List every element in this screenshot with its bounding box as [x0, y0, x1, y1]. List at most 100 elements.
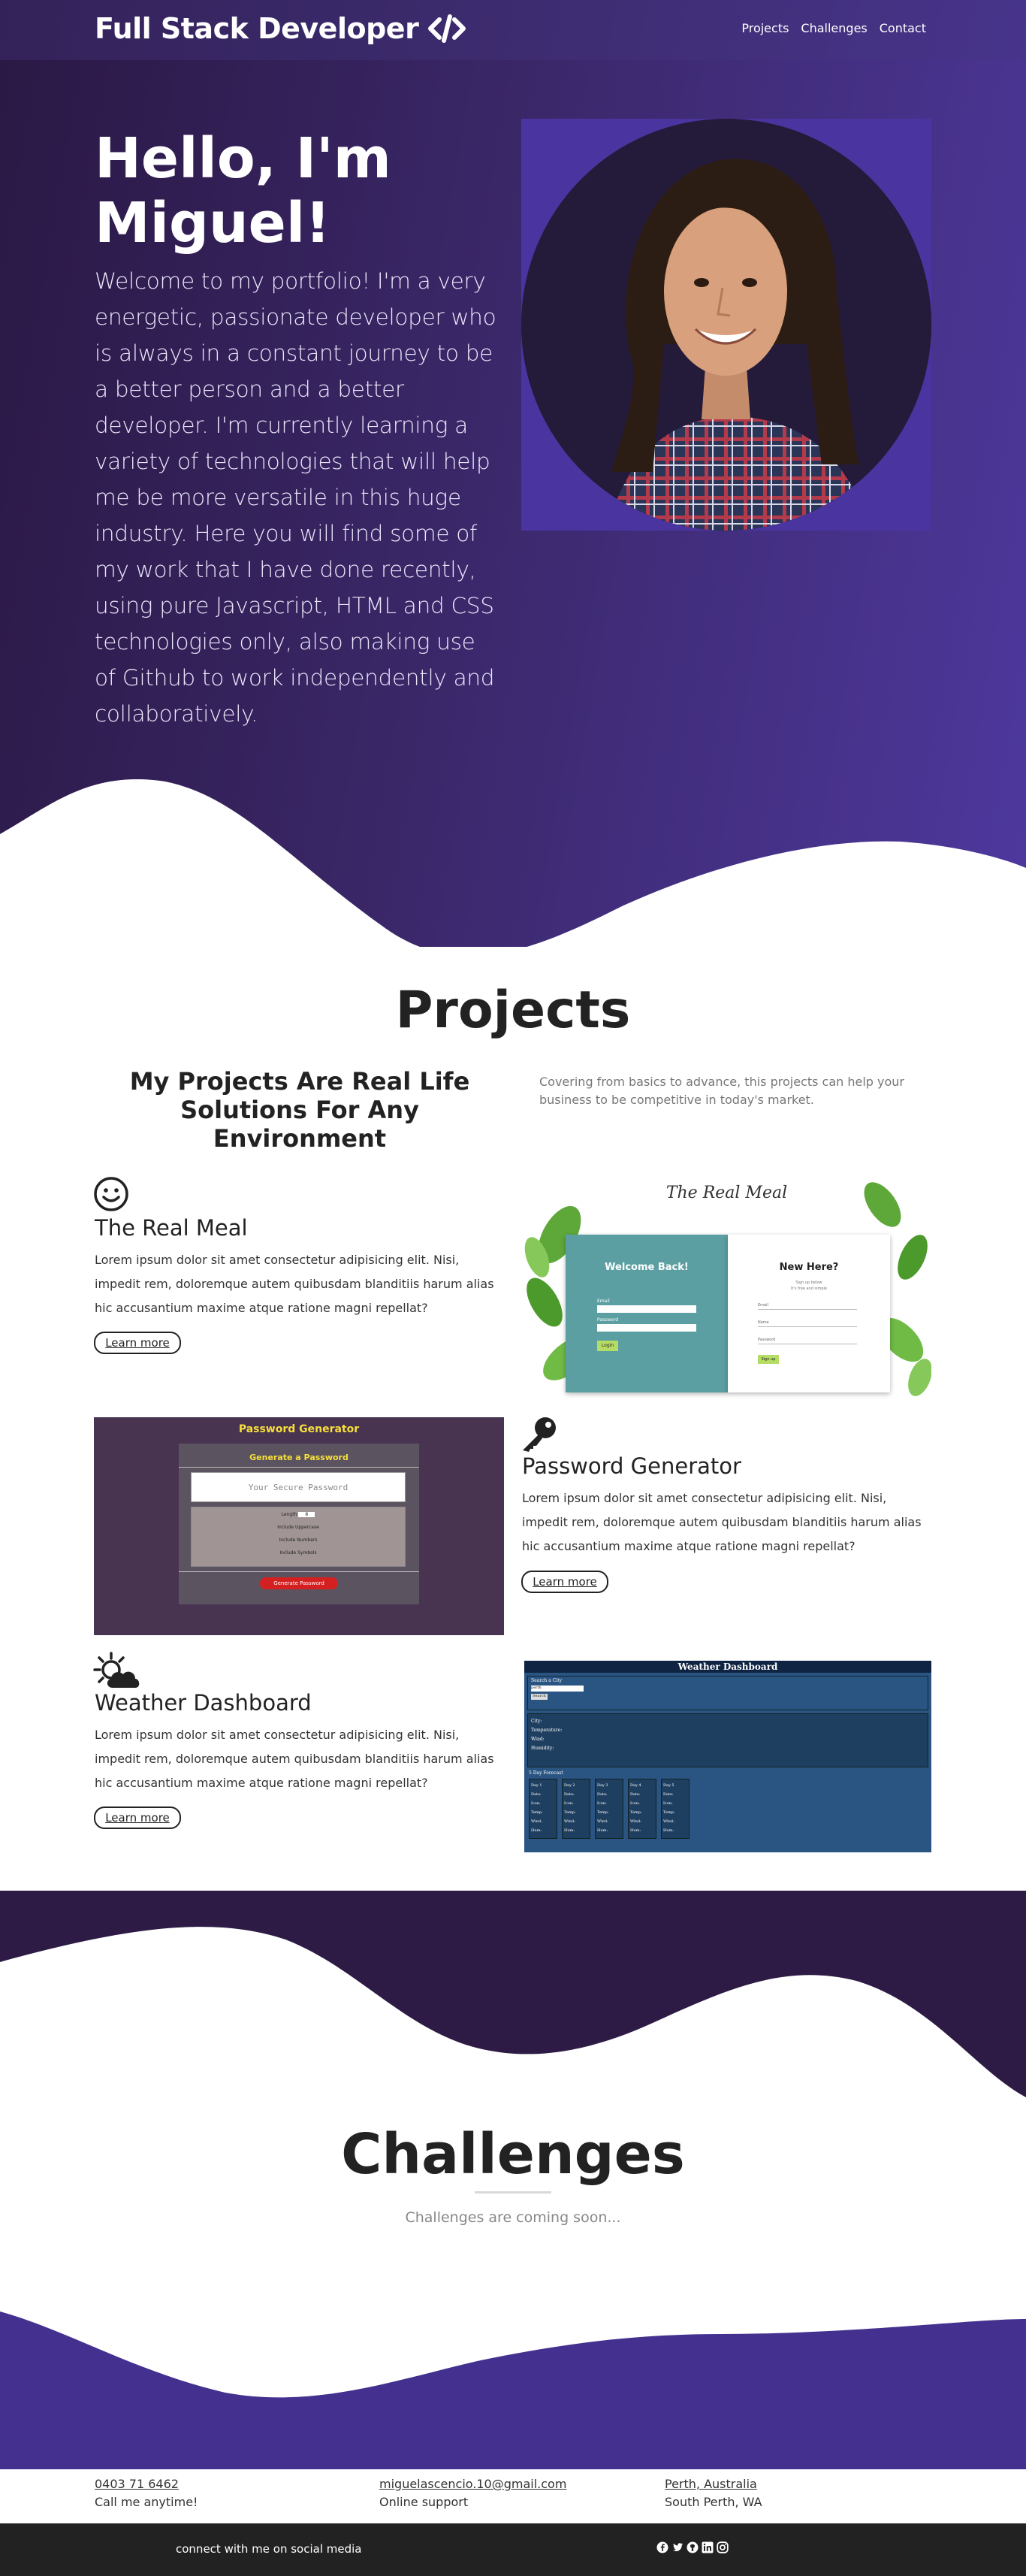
signup-panel: New Here? Sign up below It's free and si… — [728, 1235, 890, 1392]
screenshot-logo: The Real Meal — [665, 1184, 788, 1202]
signup-sub1: Sign up below — [795, 1280, 822, 1285]
wd-forecast-day: Day 2 Date: Icon: Temp: Wind: Hum: — [562, 1779, 590, 1839]
pg-generate-button: Generate Password — [260, 1577, 338, 1589]
wd-row-date: Date: — [630, 1792, 641, 1797]
wd-row-date: Date: — [531, 1792, 542, 1797]
wd-row-icon: Icon: — [564, 1801, 574, 1806]
signup-name-label: Name — [758, 1320, 769, 1325]
hero-intro-text: Welcome to my portfolio! I'm a very ener… — [95, 268, 496, 727]
location-link[interactable]: Perth, Australia — [665, 2477, 757, 2491]
location-note: South Perth, WA — [665, 2495, 762, 2509]
wd-day-label: Day 2 — [564, 1783, 575, 1788]
wd-forecast-row: Day 1 Date: Icon: Temp: Wind: Hum: Day 2… — [529, 1779, 931, 1839]
pg-option-uppercase: Include Uppercase — [277, 1525, 319, 1530]
social-bar: connect with me on social media — [0, 2523, 1026, 2576]
key-icon — [523, 1417, 556, 1452]
login-panel: Welcome Back! Email Password Login — [566, 1235, 728, 1392]
wd-row-date: Date: — [564, 1792, 575, 1797]
wd-row-icon: Icon: — [597, 1801, 607, 1806]
twitter-icon[interactable] — [671, 2541, 683, 2553]
learn-more-button[interactable]: Learn more — [521, 1571, 608, 1593]
challenges-text: Challenges are coming soon... — [405, 2209, 621, 2226]
projects-title: Projects — [395, 981, 631, 1040]
nav-link-challenges[interactable]: Challenges — [801, 21, 867, 35]
project-screenshot-real-meal[interactable]: The Real Meal Welcome Back! Email Passwo… — [522, 1175, 931, 1401]
profile-photo-frame — [521, 119, 931, 531]
smiley-icon — [94, 1177, 128, 1211]
wd-row-wind: Wind: — [630, 1819, 641, 1824]
wd-heading: Weather Dashboard — [524, 1661, 931, 1673]
contact-footer: 0403 71 6462 Call me anytime! miguelasce… — [0, 2469, 1026, 2523]
wd-current-wind: Wind: — [531, 1737, 545, 1742]
hero-bottom-wave — [0, 779, 1026, 962]
pg-password-field: Your Secure Password — [191, 1472, 406, 1502]
wd-day-label: Day 3 — [597, 1783, 608, 1788]
learn-more-button[interactable]: Learn more — [94, 1332, 181, 1354]
pg-option-symbols: Include Symbols — [279, 1550, 317, 1556]
learn-more-button[interactable]: Learn more — [94, 1807, 181, 1829]
wd-current-panel: City: Temperature: Wind: Humidity: — [527, 1713, 928, 1767]
wd-row-wind: Wind: — [597, 1819, 608, 1824]
wd-forecast-day: Day 4 Date: Icon: Temp: Wind: Hum: — [628, 1779, 656, 1839]
wd-row-temp: Temp: — [663, 1810, 675, 1815]
signup-mini-button: Sign up — [758, 1355, 779, 1364]
wd-current-temp: Temperature: — [531, 1728, 563, 1733]
wd-day-label: Day 4 — [630, 1783, 641, 1788]
nav-link-projects[interactable]: Projects — [741, 21, 789, 35]
projects-description: Covering from basics to advance, this pr… — [539, 1075, 905, 1107]
wd-row-hum: Hum: — [663, 1828, 674, 1833]
wd-current-humidity: Humidity: — [531, 1746, 554, 1751]
brand-title: Full Stack Developer — [95, 12, 419, 45]
wd-row-icon: Icon: — [531, 1801, 541, 1806]
signup-title: New Here? — [779, 1262, 839, 1273]
phone-link[interactable]: 0403 71 6462 — [95, 2477, 179, 2491]
wd-row-hum: Hum: — [564, 1828, 575, 1833]
challenges-top-wave — [0, 1891, 1026, 2101]
page: Full Stack Developer Projects Challenges… — [0, 0, 1026, 2576]
contact-phone-block: 0403 71 6462 Call me anytime! — [95, 2475, 198, 2511]
challenges-bottom-wave — [0, 2311, 1026, 2471]
wd-forecast-day: Day 3 Date: Icon: Temp: Wind: Hum: — [595, 1779, 623, 1839]
nav-links: Projects Challenges Contact — [741, 21, 926, 35]
wd-forecast-day: Day 5 Date: Icon: Temp: Wind: Hum: — [661, 1779, 690, 1839]
wd-row-wind: Wind: — [564, 1819, 575, 1824]
project-description: Lorem ipsum dolor sit amet consectetur a… — [95, 1253, 494, 1315]
wd-row-wind: Wind: — [663, 1819, 674, 1824]
signup-sub2: It's free and simple — [791, 1286, 827, 1291]
project-screenshot-password-generator[interactable]: Password Generator Generate a Password Y… — [94, 1417, 504, 1635]
wd-search-panel: Search a City perth Search — [527, 1676, 928, 1710]
wd-row-temp: Temp: — [630, 1810, 642, 1815]
facebook-icon[interactable] — [656, 2541, 668, 2553]
project-description: Lorem ipsum dolor sit amet consectetur a… — [95, 1728, 494, 1790]
email-note: Online support — [379, 2495, 469, 2509]
pg-length-row: Length 8 — [192, 1512, 405, 1517]
nav-link-contact[interactable]: Contact — [880, 21, 926, 35]
wd-row-temp: Temp: — [597, 1810, 609, 1815]
pg-heading: Password Generator — [238, 1423, 360, 1435]
brand-logo[interactable]: Full Stack Developer — [95, 12, 466, 45]
login-mini-button: Login — [597, 1341, 618, 1351]
project-title: The Real Meal — [95, 1215, 248, 1241]
wd-row-icon: Icon: — [630, 1801, 640, 1806]
wd-row-wind: Wind: — [531, 1819, 542, 1824]
project-title: Password Generator — [522, 1453, 741, 1479]
project-screenshot-weather-dashboard[interactable]: Weather Dashboard Search a City perth Se… — [524, 1661, 931, 1852]
github-icon[interactable] — [687, 2541, 699, 2553]
weather-icon — [93, 1652, 140, 1688]
contact-location-block: Perth, Australia South Perth, WA — [665, 2475, 762, 2511]
navbar: Full Stack Developer Projects Challenges… — [0, 0, 1026, 60]
signup-email-label: Email — [758, 1303, 768, 1308]
pg-card: Generate a Password Your Secure Password… — [179, 1444, 419, 1604]
projects-subtitle: My Projects Are Real Life Solutions For … — [129, 1067, 470, 1153]
social-text: connect with me on social media — [176, 2542, 362, 2556]
wd-search-input: perth — [531, 1686, 584, 1692]
email-link[interactable]: miguelascencio.10@gmail.com — [379, 2477, 566, 2491]
hero-title: Hello, I'm Miguel! — [95, 126, 391, 255]
linkedin-icon[interactable] — [702, 2541, 714, 2553]
wd-search-label: Search a City — [531, 1678, 563, 1683]
wd-row-date: Date: — [597, 1792, 608, 1797]
phone-note: Call me anytime! — [95, 2495, 198, 2509]
wd-row-temp: Temp: — [531, 1810, 543, 1815]
challenges-divider — [475, 2191, 551, 2194]
instagram-icon[interactable] — [717, 2541, 729, 2553]
